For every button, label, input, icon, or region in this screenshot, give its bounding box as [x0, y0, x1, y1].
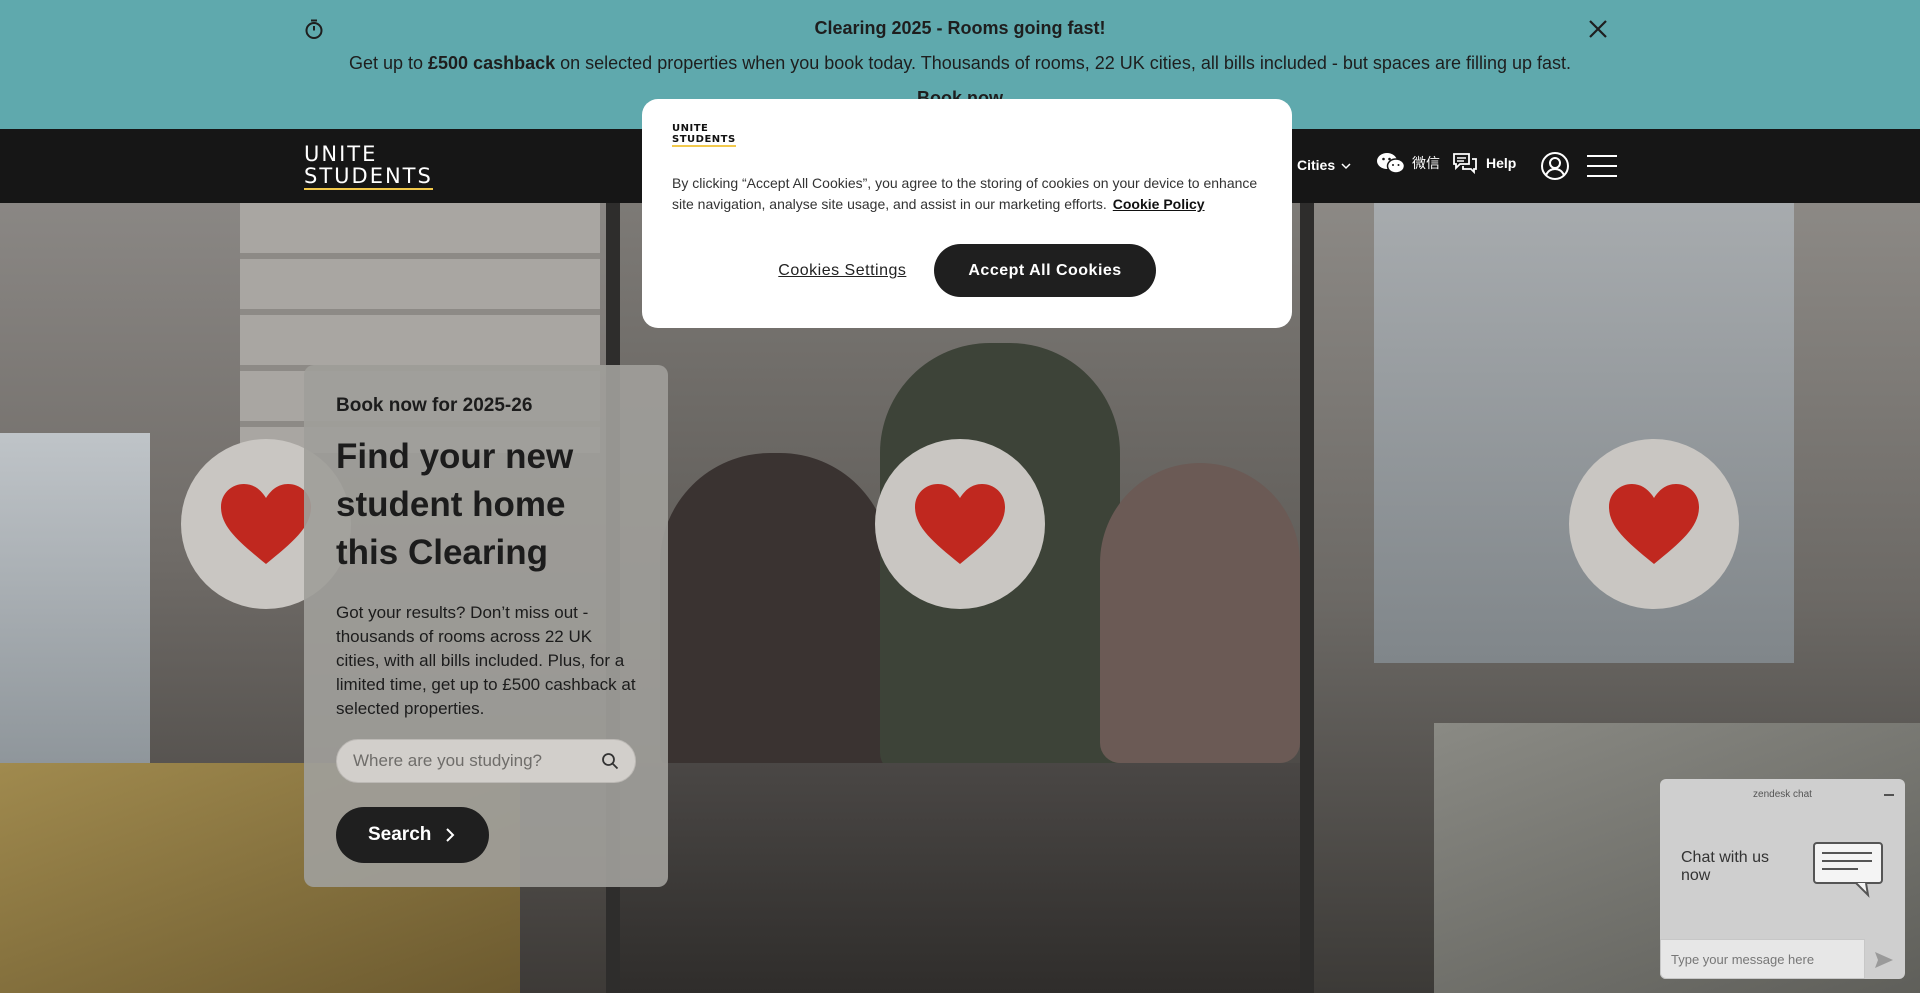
- cookie-consent-dialog: UNITE STUDENTS By clicking “Accept All C…: [642, 99, 1292, 328]
- chat-speech-bubble-icon: [1813, 842, 1883, 898]
- hero-eyebrow: Book now for 2025-26: [336, 395, 533, 416]
- close-icon[interactable]: [1588, 19, 1608, 39]
- banner-title: Clearing 2025 - Rooms going fast!: [814, 18, 1106, 38]
- banner-cashback-highlight: £500 cashback: [428, 53, 556, 73]
- cookie-text: By clicking “Accept All Cookies”, you ag…: [672, 175, 1258, 212]
- nav-wechat-label: 微信: [1412, 155, 1440, 171]
- cookie-settings-button[interactable]: Cookies Settings: [778, 262, 906, 280]
- heart-icon: [1609, 484, 1699, 564]
- cookie-actions: Cookies Settings Accept All Cookies: [642, 244, 1292, 297]
- accept-all-cookies-button[interactable]: Accept All Cookies: [934, 244, 1156, 297]
- heart-icon: [221, 484, 311, 564]
- nav-help[interactable]: Help: [1452, 151, 1516, 175]
- chevron-right-icon: [446, 828, 455, 842]
- chat-message-input[interactable]: [1660, 939, 1865, 979]
- hero-heading: Find your new student home this Clearing: [336, 437, 574, 572]
- banner-text: Get up to £500 cashback on selected prop…: [348, 53, 1572, 73]
- chat-widget: zendesk chat Chat with us now: [1660, 779, 1905, 979]
- search-input[interactable]: [337, 740, 635, 782]
- search-card: Book now for 2025-26 Find your new stude…: [304, 365, 668, 887]
- minimize-icon[interactable]: [1882, 787, 1896, 801]
- user-circle-icon[interactable]: [1540, 151, 1570, 181]
- nav-cities-label: Cities: [1297, 157, 1336, 173]
- nav-cities[interactable]: Cities: [1297, 157, 1351, 173]
- wechat-icon: [1377, 153, 1406, 174]
- hamburger-menu-icon[interactable]: [1587, 153, 1617, 179]
- favourite-button[interactable]: [875, 439, 1045, 609]
- site-logo[interactable]: UNITE STUDENTS: [304, 143, 433, 190]
- heart-icon: [915, 484, 1005, 564]
- search-button-label: Search: [368, 824, 432, 845]
- chat-title[interactable]: Chat with us now: [1681, 849, 1801, 885]
- chevron-down-icon: [1341, 163, 1351, 170]
- nav-wechat[interactable]: 微信: [1376, 151, 1440, 175]
- send-icon[interactable]: [1874, 951, 1894, 969]
- favourite-button[interactable]: [1569, 439, 1739, 609]
- search-field: [336, 739, 636, 783]
- cookie-logo: UNITE STUDENTS: [672, 123, 736, 147]
- hero-description: Got your results? Don’t miss out - thous…: [336, 603, 636, 718]
- search-button[interactable]: Search: [336, 807, 490, 863]
- chat-bubbles-icon: [1453, 153, 1477, 175]
- cookie-policy-link[interactable]: Cookie Policy: [1113, 196, 1205, 212]
- chat-header: zendesk chat: [1753, 789, 1812, 800]
- search-icon[interactable]: [601, 752, 619, 770]
- nav-help-label: Help: [1486, 155, 1517, 171]
